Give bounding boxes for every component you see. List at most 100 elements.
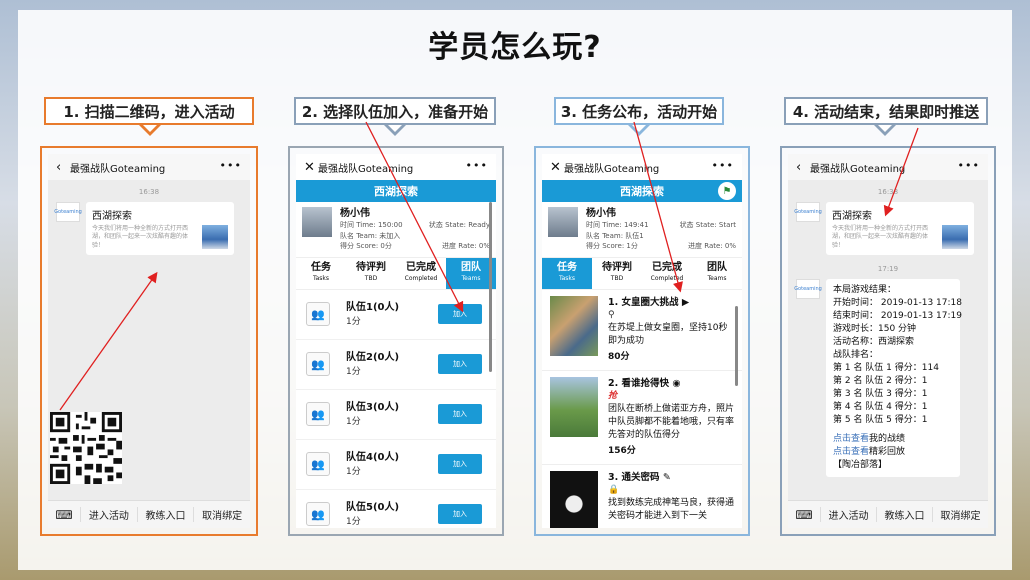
view-record-link[interactable]: 点击查看 [833, 434, 869, 444]
task-photo [550, 470, 598, 528]
phone-frame-3: ✕ 最强战队Goteaming ••• 西湖探索 ⚑ 杨小伟 时间 Time: … [534, 146, 750, 536]
card-thumbnail [202, 225, 228, 249]
unbind-button[interactable]: 取消绑定 [193, 507, 250, 522]
step-2-caret [384, 125, 406, 136]
card-description: 今天我们将用一种全新的方式打开西湖，和团队一起来一次炫酷有趣的体验！ [92, 225, 189, 249]
lock-icon: 🔒 [608, 484, 620, 495]
step-2-label: 2. 选择队伍加入，准备开始 [294, 97, 496, 125]
activity-card[interactable]: 西湖探索 今天我们将用一种全新的方式打开西湖，和团队一起来一次炫酷有趣的体验！ [826, 202, 974, 256]
join-button[interactable]: 加入 [438, 354, 482, 374]
phone-frame-1: ‹ 最强战队Goteaming ••• 16:38 Goteaming 西湖探索… [40, 146, 258, 536]
user-info: 杨小伟 时间 Time: 149:41 状态 State: Start 队名 Te… [542, 202, 742, 258]
qr-code-icon[interactable] [50, 412, 122, 484]
keyboard-icon[interactable]: ⌨ [48, 508, 80, 522]
team-name: 队伍4(0人) [346, 451, 400, 463]
progress-field: 进度 Rate: 0% [688, 242, 736, 250]
task-item[interactable]: 3. 通关密码 ✎ 🔒 找到数练完成神笔马良，获得通关密码才能进入到下一关 [542, 465, 742, 528]
team-score: 1分 [346, 416, 361, 427]
scrollbar[interactable] [735, 306, 738, 386]
more-icon[interactable]: ••• [466, 159, 488, 172]
coach-entry-button[interactable]: 教练入口 [876, 507, 932, 522]
tab-bar: 任务 Tasks 待评判 TBD 已完成 Completed 团队 Teams [296, 257, 496, 290]
join-button[interactable]: 加入 [438, 504, 482, 524]
tab-completed[interactable]: 已完成 Completed [396, 258, 446, 289]
card-description: 今天我们将用一种全新的方式打开西湖，和团队一起来一次炫酷有趣的体验！ [832, 225, 929, 249]
app-header: ✕ 最强战队Goteaming ••• [542, 154, 742, 180]
score-field: 得分 Score: 1分 [586, 242, 638, 250]
camera-icon: ◉ [672, 377, 681, 389]
team-score: 1分 [346, 466, 361, 477]
timestamp: 17:19 [877, 265, 899, 274]
step-4-caret [874, 125, 896, 136]
menu-bar: ⌨ 进入活动 教练入口 取消绑定 [788, 500, 988, 528]
team-name: 队伍2(0人) [346, 351, 400, 363]
tab-teams[interactable]: 团队 Teams [692, 258, 742, 289]
coach-entry-button[interactable]: 教练入口 [136, 507, 194, 522]
timestamp: 16:38 [877, 188, 899, 196]
activity-name: 西湖探索 [620, 185, 664, 198]
map-pin-icon[interactable]: ⚑ [718, 182, 736, 200]
join-button[interactable]: 加入 [438, 404, 482, 424]
tab-tasks[interactable]: 任务 Tasks [542, 257, 592, 289]
activity-card[interactable]: 西湖探索 今天我们将用一种全新的方式打开西湖，和团队一起来一次炫酷有趣的体验！ [86, 202, 234, 256]
team-score: 1分 [346, 366, 361, 377]
pencil-icon: ✎ [662, 471, 671, 483]
join-button[interactable]: 加入 [438, 454, 482, 474]
task-title: 3. 通关密码 [608, 471, 660, 483]
task-points: 80分 [608, 351, 630, 362]
unbind-button[interactable]: 取消绑定 [932, 507, 988, 522]
user-name: 杨小伟 [340, 208, 370, 219]
bot-avatar: Goteaming [794, 279, 822, 300]
phone-screen-3: ✕ 最强战队Goteaming ••• 西湖探索 ⚑ 杨小伟 时间 Time: … [542, 154, 742, 528]
team-icon: 👥 [306, 502, 330, 526]
view-replay-link[interactable]: 点击查看 [833, 447, 869, 457]
more-icon[interactable]: ••• [958, 159, 980, 172]
close-icon[interactable]: ✕ [550, 160, 564, 175]
user-name: 杨小伟 [586, 208, 616, 219]
page-title: 学员怎么玩? [428, 30, 602, 65]
chat-header: ‹ 最强战队Goteaming ••• [48, 154, 250, 180]
tab-tbd[interactable]: 待评判 TBD [346, 258, 396, 289]
team-name: 队伍5(0人) [346, 501, 400, 513]
more-icon[interactable]: ••• [712, 159, 734, 172]
phone-screen-1: ‹ 最强战队Goteaming ••• 16:38 Goteaming 西湖探索… [48, 154, 250, 528]
card-title: 西湖探索 [832, 211, 872, 222]
team-field: 队名 Team: 队伍1 [586, 231, 644, 240]
task-item[interactable]: 1. 女皇圈大挑战 ▶ ⚲ 在苏堤上做女皇圈，坚持10秒即为成功 80分 [542, 290, 742, 371]
more-icon[interactable]: ••• [220, 159, 242, 172]
back-icon[interactable]: ‹ [796, 160, 810, 175]
team-row: 👥 队伍5(0人) 1分 加入 [296, 490, 496, 529]
state-field: 状态 State: Ready [428, 221, 490, 229]
scrollbar[interactable] [489, 202, 492, 372]
task-title: 2. 看谁抢得快 [608, 377, 670, 389]
score-field: 得分 Score: 0分 [340, 242, 392, 250]
card-title: 西湖探索 [92, 211, 132, 222]
tab-completed[interactable]: 已完成 Completed [642, 258, 692, 289]
team-icon: 👥 [306, 302, 330, 326]
result-message: 本局游戏结果： 开始时间： 2019-01-13 17:18 结束时间： 201… [826, 279, 962, 478]
activity-banner: 西湖探索 ⚑ [542, 180, 742, 202]
team-icon: 👥 [306, 352, 330, 376]
message-row: Goteaming 西湖探索 今天我们将用一种全新的方式打开西湖，和团队一起来一… [794, 202, 980, 256]
team-row: 👥 队伍3(0人) 1分 加入 [296, 390, 496, 440]
phone-frame-2: ✕ 最强战队Goteaming ••• 西湖探索 杨小伟 时间 Time: 15… [288, 146, 504, 536]
bot-avatar: Goteaming [54, 202, 82, 222]
enter-activity-button[interactable]: 进入活动 [80, 507, 137, 522]
keyboard-icon[interactable]: ⌨ [788, 508, 820, 522]
user-avatar [548, 207, 578, 237]
task-item[interactable]: 2. 看谁抢得快 ◉ 抢 团队在断桥上做诺亚方舟，照片中队员脚都不能着地哦，只有… [542, 371, 742, 465]
rush-tag: 抢 [608, 390, 618, 401]
card-thumbnail [942, 225, 968, 249]
tab-tasks[interactable]: 任务 Tasks [296, 258, 346, 289]
message-row: Goteaming 西湖探索 今天我们将用一种全新的方式打开西湖，和团队一起来一… [54, 202, 242, 256]
tab-tbd[interactable]: 待评判 TBD [592, 258, 642, 289]
back-icon[interactable]: ‹ [56, 160, 70, 175]
close-icon[interactable]: ✕ [304, 160, 318, 175]
team-row: 👥 队伍2(0人) 1分 加入 [296, 340, 496, 390]
task-title: 1. 女皇圈大挑战 [608, 296, 679, 308]
enter-activity-button[interactable]: 进入活动 [820, 507, 876, 522]
chat-title: 最强战队Goteaming [70, 163, 166, 175]
join-button[interactable]: 加入 [438, 304, 482, 324]
step-3-caret [628, 125, 650, 136]
tab-bar: 任务 Tasks 待评判 TBD 已完成 Completed 团队 Teams [542, 257, 742, 290]
